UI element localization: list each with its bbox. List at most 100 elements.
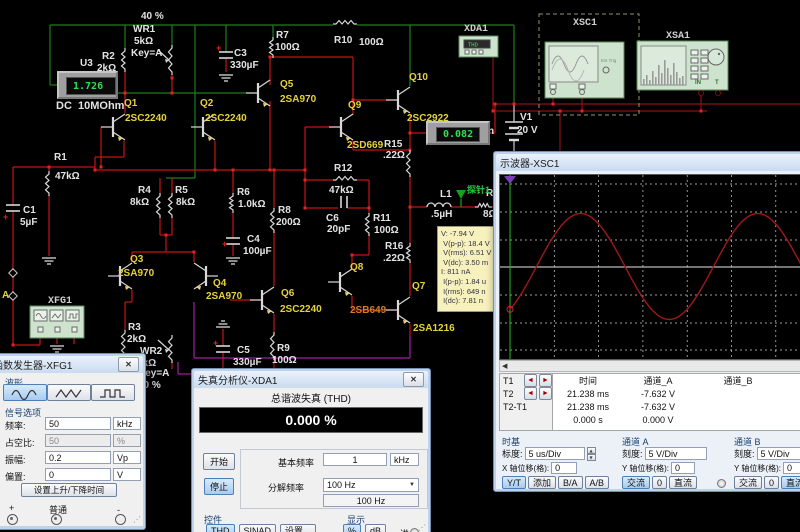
channel-a-scale-field[interactable]: 5 V/Div	[645, 447, 707, 460]
xda-thd-label: 总谐波失真 (THD)	[194, 390, 428, 405]
svg-text:+: +	[213, 338, 218, 348]
oscilloscope-titlebar[interactable]: 示波器-XSC1	[496, 154, 800, 171]
svg-text:Ext Trig: Ext Trig	[601, 58, 617, 63]
channel-a-ypos-field[interactable]: 0	[671, 462, 695, 474]
cursor-row: T1◄►	[500, 374, 552, 387]
xda-close-icon[interactable]: ✕	[403, 372, 424, 387]
timebase-button-y-t[interactable]: Y/T	[502, 476, 526, 489]
timebase-xpos-field[interactable]: 0	[551, 462, 577, 474]
xfg-row-label: 占空比:	[5, 436, 35, 449]
xfg-wave-triangle-button[interactable]	[47, 384, 91, 401]
scope-scrollbar[interactable]: ◀	[499, 360, 800, 372]
channel-a-button-0[interactable]: 0	[652, 476, 667, 489]
scope-readout-table: 时间通道_A通道_B21.238 ms-7.632 V21.238 ms-7.6…	[552, 373, 800, 431]
channel-a-button--[interactable]: 直流	[669, 476, 697, 489]
xda-display-button--[interactable]: %	[343, 524, 361, 532]
xfg-unit-field: V	[113, 468, 141, 481]
readout-header: 时间	[553, 374, 623, 387]
readout-row: 21.238 ms-7.632 V	[553, 400, 800, 413]
channel-b-button--[interactable]: 交流	[734, 476, 762, 489]
xda-resize-grip[interactable]: ⋰	[418, 523, 426, 532]
xfg-value-field[interactable]: 0.2	[45, 451, 111, 464]
xfg-wave-square-button[interactable]	[91, 384, 135, 401]
readout-row: 0.000 s0.000 V	[553, 413, 800, 426]
xda-control-button--[interactable]: 设置...	[280, 524, 316, 532]
xda-start-button[interactable]: 开始	[203, 453, 235, 470]
xfg-titlebar[interactable]: 函数发生器-XFG1 ✕	[0, 356, 143, 373]
timebase-button-a-b[interactable]: A/B	[585, 476, 610, 489]
scope-channel-b-group: 通道 B 刻度: 5 V/Div Y 轴位移(格): 0 交流0直流	[734, 435, 800, 487]
cursor-arrow-button[interactable]: ◄	[524, 387, 537, 400]
oscilloscope-window: 示波器-XSC1 ◀ T1◄►T2◄►T2-T1 时间通道_A通道_B21.23…	[493, 151, 800, 492]
xda-title: 失真分析仪-XDA1	[198, 372, 403, 387]
scope-timebase-group: 时基 标度: 5 us/Div ▲▼ X 轴位移(格): 0 Y/T添加B/AA…	[502, 435, 620, 487]
svg-text:T: T	[715, 80, 719, 86]
channel-a-scale-label: 刻度:	[622, 447, 643, 460]
xfg-value-field[interactable]: 0	[45, 468, 111, 481]
function-generator-window: 函数发生器-XFG1 ✕ 波形 信号选项 频率:50kHz占空比:50%振幅:0…	[0, 353, 146, 530]
cursor-arrow-button[interactable]: ◄	[524, 374, 537, 387]
timebase-scale-field[interactable]: 5 us/Div	[525, 447, 585, 460]
xda-dropdown-icon: ▼	[409, 482, 415, 488]
distortion-analyzer-window: 失真分析仪-XDA1 ✕ 总谐波失真 (THD) 0.000 % 开始 停止 基…	[191, 368, 431, 532]
channel-b-scale-field[interactable]: 5 V/Div	[757, 447, 800, 460]
xfg-common-terminal[interactable]	[51, 514, 62, 525]
scope-channel-a-group: 通道 A 刻度: 5 V/Div Y 轴位移(格): 0 交流0直流	[622, 435, 732, 487]
xfg-minus-terminal[interactable]	[115, 514, 126, 525]
channel-b-scale-label: 刻度:	[734, 447, 755, 460]
xfg-plus-terminal[interactable]	[7, 514, 18, 525]
xfg-rise-fall-button[interactable]: 设置上升/下降时间	[21, 483, 117, 497]
xfg-signal-label: 信号选项	[5, 406, 41, 419]
readout-header: 通道_B	[693, 374, 783, 387]
svg-text:+: +	[222, 239, 227, 249]
xda-res-dropdown[interactable]: 100 Hz ▼	[323, 478, 419, 492]
xda-titlebar[interactable]: 失真分析仪-XDA1 ✕	[194, 371, 428, 388]
multimeter-2[interactable]: 0.082	[426, 121, 490, 145]
channel-b-button--[interactable]: 直流	[781, 476, 800, 489]
xfg-row-label: 偏置:	[5, 470, 26, 483]
scroll-left-icon[interactable]: ◀	[500, 362, 507, 370]
cursor-row: T2-T1	[500, 400, 552, 413]
xfg-value-field[interactable]: 50	[45, 434, 111, 447]
xfg-unit-field: kHz	[113, 417, 141, 430]
channel-a-ypos-label: Y 轴位移(格):	[622, 463, 669, 474]
xda-stop-button[interactable]: 停止	[204, 478, 234, 495]
timebase-button--[interactable]: 添加	[528, 476, 556, 489]
timebase-scale-label: 标度:	[502, 447, 523, 460]
svg-text:THD: THD	[468, 43, 478, 49]
xda-res-label: 分解频率	[268, 481, 304, 494]
xfg-close-icon[interactable]: ✕	[118, 357, 139, 372]
channel-a-button--[interactable]: 交流	[622, 476, 650, 489]
cursor-row: T2◄►	[500, 387, 552, 400]
xda-thd-display: 0.000 %	[199, 407, 423, 433]
svg-text:+: +	[3, 212, 8, 222]
timebase-spinner[interactable]: ▲▼	[587, 447, 596, 460]
timebase-button-b-a[interactable]: B/A	[558, 476, 583, 489]
xfg-title: 函数发生器-XFG1	[0, 357, 118, 372]
readout-row: 21.238 ms-7.632 V	[553, 387, 800, 400]
xda-in-label: 进	[400, 527, 409, 532]
timebase-xpos-label: X 轴位移(格):	[502, 463, 549, 474]
multimeter-u3[interactable]: 1.726	[57, 71, 118, 99]
channel-b-ypos-label: Y 轴位移(格):	[734, 463, 781, 474]
oscilloscope-title: 示波器-XSC1	[500, 155, 800, 170]
xfg-wave-sine-button[interactable]	[3, 384, 47, 401]
xfg-value-field[interactable]: 50	[45, 417, 111, 430]
xda-display-button-db[interactable]: dB	[365, 524, 386, 532]
channel-b-ypos-field[interactable]: 0	[783, 462, 800, 474]
cursor-arrow-button[interactable]: ►	[539, 374, 552, 387]
svg-text:IN: IN	[695, 80, 701, 86]
xda-control-button-thd[interactable]: THD	[206, 524, 235, 532]
cursor-arrow-button[interactable]: ►	[539, 387, 552, 400]
multimeter-2-display: 0.082	[436, 127, 480, 142]
xda-control-button-sinad[interactable]: SINAD	[239, 524, 277, 532]
channel-b-button-0[interactable]: 0	[764, 476, 779, 489]
multimeter-u3-display: 1.726	[66, 77, 116, 95]
xda-fund-unit: kHz	[390, 453, 419, 466]
readout-header: 通道_A	[623, 374, 693, 387]
xda-fund-field[interactable]: 1	[323, 453, 387, 466]
xfg-plus-label: +	[9, 503, 14, 513]
scope-screen	[499, 174, 800, 360]
xda-fund-label: 基本频率	[278, 456, 314, 469]
xfg-resize-grip[interactable]: ⋰	[133, 515, 141, 524]
